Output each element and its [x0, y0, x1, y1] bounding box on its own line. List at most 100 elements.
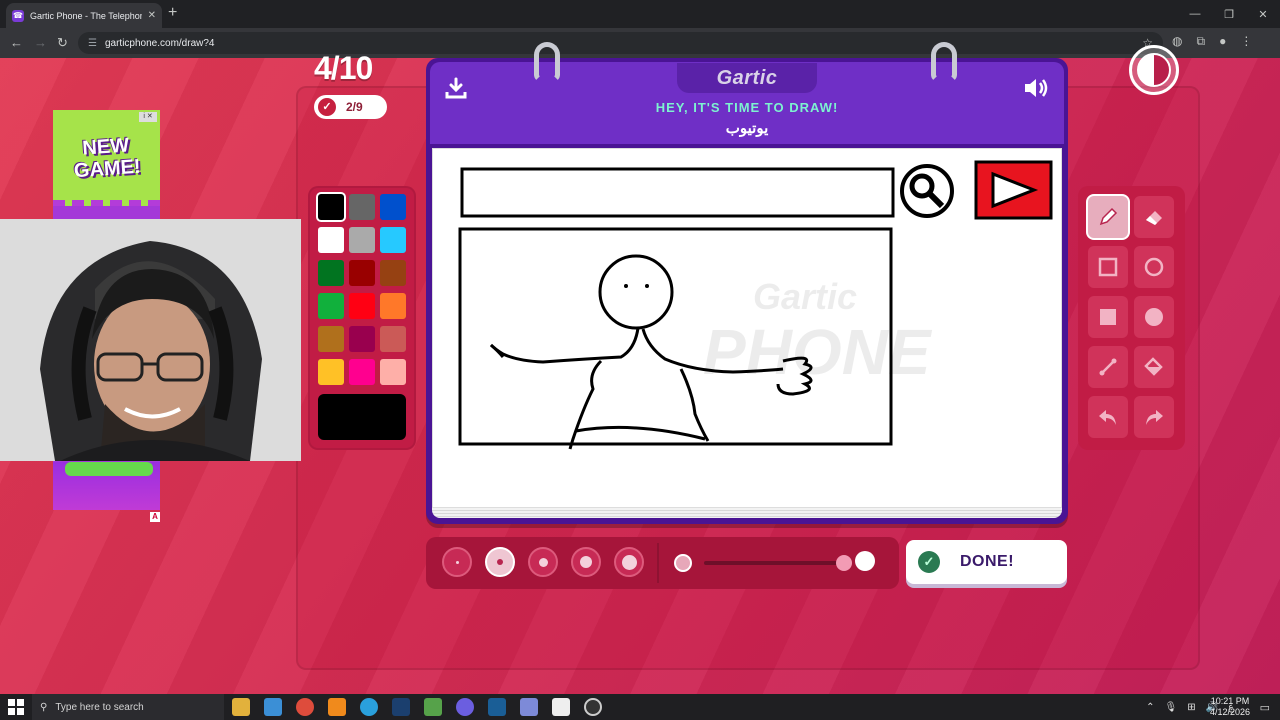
eraser-tool[interactable] — [1134, 196, 1174, 238]
brush-size-button[interactable] — [485, 547, 515, 577]
color-swatch[interactable] — [349, 326, 375, 352]
taskbar-search[interactable]: ⚲ Type here to search — [32, 694, 224, 720]
color-swatch[interactable] — [318, 293, 344, 319]
color-swatch[interactable] — [380, 227, 406, 253]
binder-ring — [534, 42, 560, 82]
site-info-icon[interactable]: ☰ — [88, 38, 97, 49]
filled-ellipse-tool[interactable] — [1134, 296, 1174, 338]
ad-choices-icon[interactable]: A — [150, 512, 160, 522]
color-swatch[interactable] — [349, 260, 375, 286]
color-swatch[interactable] — [349, 227, 375, 253]
chrome-icon[interactable] — [296, 698, 314, 716]
ad-button[interactable] — [65, 462, 153, 476]
app-icon[interactable] — [520, 698, 538, 716]
vlc-icon[interactable] — [328, 698, 346, 716]
app-icon[interactable] — [424, 698, 442, 716]
minimize-icon[interactable]: — — [1178, 0, 1212, 28]
notification-icon[interactable]: ▭ — [1260, 701, 1270, 714]
capcut-icon[interactable] — [552, 698, 570, 716]
brush-options-bar — [426, 537, 899, 589]
puzzle-icon[interactable]: ⧉ — [1196, 34, 1205, 49]
brush-size-dot-icon — [497, 559, 503, 565]
volume-icon[interactable] — [1022, 76, 1050, 100]
restore-icon[interactable]: ❐ — [1212, 0, 1246, 28]
back-icon[interactable]: ← — [10, 35, 23, 51]
color-swatch[interactable] — [318, 227, 344, 253]
done-button[interactable]: ✓ DONE! — [906, 540, 1067, 584]
browser-tab[interactable]: ☎ Gartic Phone - The Telephone G ✕ — [6, 3, 162, 28]
ellipse-tool[interactable] — [1134, 246, 1174, 288]
done-label: DONE! — [960, 553, 1015, 570]
color-swatch[interactable] — [349, 293, 375, 319]
opacity-slider[interactable] — [704, 561, 844, 565]
chevron-up-icon[interactable]: ⌃ — [1146, 702, 1154, 713]
network-icon[interactable]: ⊞ — [1187, 702, 1195, 713]
drawing-canvas[interactable]: Gartic PHONE — [432, 148, 1062, 508]
color-swatch[interactable] — [349, 359, 375, 385]
brush-size-button[interactable] — [442, 547, 472, 577]
line-tool[interactable] — [1088, 346, 1128, 388]
brush-size-button[interactable] — [528, 547, 558, 577]
brush-size-button[interactable] — [571, 547, 601, 577]
new-tab-button[interactable]: + — [168, 5, 177, 21]
pencil-icon — [1099, 207, 1118, 226]
color-swatch[interactable] — [380, 293, 406, 319]
page-edge — [432, 508, 1062, 518]
reload-icon[interactable]: ↻ — [57, 35, 68, 51]
color-swatch[interactable] — [380, 260, 406, 286]
taskbar-clock[interactable]: 10:21 PM 4/12/2026 — [1210, 696, 1250, 718]
color-swatch[interactable] — [349, 194, 375, 220]
color-swatch[interactable] — [380, 326, 406, 352]
undo-icon — [1099, 410, 1116, 425]
rectangle-tool[interactable] — [1088, 246, 1128, 288]
menu-icon[interactable]: ⋮ — [1240, 34, 1252, 49]
profile-icon[interactable]: ● — [1219, 34, 1226, 49]
telegram-icon[interactable] — [360, 698, 378, 716]
windows-start-icon[interactable] — [8, 699, 24, 715]
ellipse-outline-icon — [1144, 257, 1164, 277]
brush-size-button[interactable] — [614, 547, 644, 577]
color-swatch[interactable] — [318, 260, 344, 286]
webcam-overlay — [0, 219, 301, 461]
extension-icons: ◍ ⧉ ● ⋮ — [1172, 34, 1252, 49]
color-swatch[interactable] — [380, 359, 406, 385]
filled-rectangle-tool[interactable] — [1088, 296, 1128, 338]
theme-toggle-button[interactable] — [1129, 45, 1179, 95]
redo-tool[interactable] — [1134, 396, 1174, 438]
extension-icon[interactable]: ◍ — [1172, 34, 1182, 49]
tab-close-icon[interactable]: ✕ — [148, 10, 156, 21]
forward-icon[interactable]: → — [34, 35, 47, 51]
url-text: garticphone.com/draw?4 — [104, 37, 215, 49]
download-icon[interactable] — [444, 76, 468, 100]
divider — [657, 543, 659, 583]
address-bar[interactable]: ☰ garticphone.com/draw?4 ☆ — [78, 32, 1163, 54]
color-swatch[interactable] — [380, 194, 406, 220]
close-window-icon[interactable]: ✕ — [1246, 0, 1280, 28]
round-counter: 4/10 — [314, 50, 373, 86]
current-color-preview — [318, 394, 406, 440]
binder-ring — [931, 42, 957, 82]
file-explorer-icon[interactable] — [232, 698, 250, 716]
photoshop-icon[interactable] — [392, 698, 410, 716]
fill-tool[interactable] — [1134, 346, 1174, 388]
notebook-header: Gartic HEY, IT'S TIME TO DRAW! يوتيوب — [430, 62, 1064, 144]
opacity-slider-thumb[interactable] — [836, 555, 852, 571]
eraser-icon — [1146, 211, 1162, 225]
browser-toolbar: ← → ↻ ☰ garticphone.com/draw?4 ☆ ◍ ⧉ ● ⋮ — [0, 28, 1280, 58]
tab-title: Gartic Phone - The Telephone G — [30, 10, 142, 21]
obs-icon[interactable] — [584, 698, 602, 716]
app-icon[interactable] — [264, 698, 282, 716]
color-swatch[interactable] — [318, 326, 344, 352]
undo-tool[interactable] — [1088, 396, 1128, 438]
color-swatch[interactable] — [318, 194, 344, 220]
logo-text: Gartic — [716, 66, 778, 89]
color-swatch[interactable] — [318, 359, 344, 385]
rectangle-filled-icon — [1100, 309, 1116, 325]
paint-bucket-icon — [1144, 357, 1163, 376]
steam-icon[interactable] — [488, 698, 506, 716]
pencil-tool[interactable] — [1088, 196, 1128, 238]
discord-icon[interactable] — [456, 698, 474, 716]
drawing-tools — [1078, 186, 1185, 450]
ad-info-icon[interactable]: i ✕ — [139, 112, 157, 122]
microphone-icon[interactable]: 🎙 — [1164, 702, 1177, 713]
